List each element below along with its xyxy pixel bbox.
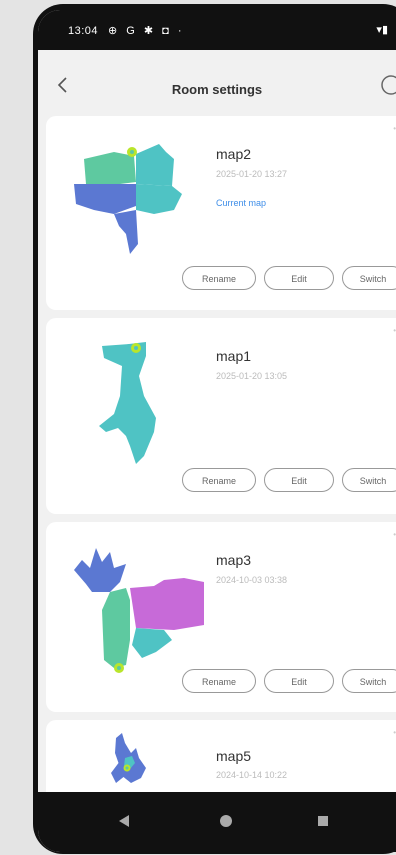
map-card-map1[interactable]: map1 2025-01-20 13:05 • Rename Edit Swit… — [46, 318, 396, 514]
map2-thumbnail — [74, 144, 182, 254]
status-notification-icons: ⊕ G ✱ ◘ · — [108, 25, 185, 37]
map-name: map1 — [216, 348, 252, 364]
switch-button[interactable]: Switch — [342, 468, 396, 492]
app-screen: 13:04 ⊕ G ✱ ◘ · ▾▮ Room settings map2 20… — [38, 10, 396, 852]
system-nav-bar — [38, 792, 396, 852]
edit-button[interactable]: Edit — [264, 266, 334, 290]
map1-thumbnail — [99, 342, 156, 464]
map-date: 2024-10-14 10:22 — [216, 770, 288, 780]
status-time: 13:04 — [68, 25, 99, 37]
info-icon[interactable] — [378, 72, 396, 98]
rename-button[interactable]: Rename — [182, 669, 256, 693]
map-date: 2025-01-20 13:05 — [216, 371, 288, 381]
edit-button[interactable]: Edit — [264, 468, 334, 492]
current-map-label: Current map — [216, 198, 267, 208]
status-bar: 13:04 ⊕ G ✱ ◘ · ▾▮ — [38, 10, 396, 50]
rename-button[interactable]: Rename — [182, 266, 256, 290]
nav-home-icon[interactable] — [220, 815, 232, 827]
rename-button[interactable]: Rename — [182, 468, 256, 492]
nav-recent-apps-icon[interactable] — [318, 816, 328, 826]
header: Room settings — [38, 50, 396, 120]
map-date: 2025-01-20 13:27 — [216, 169, 288, 179]
map3-thumbnail — [74, 548, 204, 673]
nav-back-icon[interactable] — [118, 814, 130, 828]
switch-button[interactable]: Switch — [342, 669, 396, 693]
page-title: Room settings — [171, 82, 263, 97]
edit-button[interactable]: Edit — [264, 669, 334, 693]
switch-button[interactable]: Switch — [342, 266, 396, 290]
map-card-map2[interactable]: map2 2025-01-20 13:27 Current map • Rena… — [46, 116, 396, 310]
map-name: map3 — [216, 552, 252, 568]
map-name: map5 — [216, 748, 252, 764]
status-wifi-battery-icons: ▾▮ — [376, 24, 388, 36]
map-name: map2 — [216, 146, 252, 162]
map-date: 2024-10-03 03:38 — [216, 575, 288, 585]
map-card-map3[interactable]: map3 2024-10-03 03:38 • Rename Edit Swit… — [46, 522, 396, 712]
